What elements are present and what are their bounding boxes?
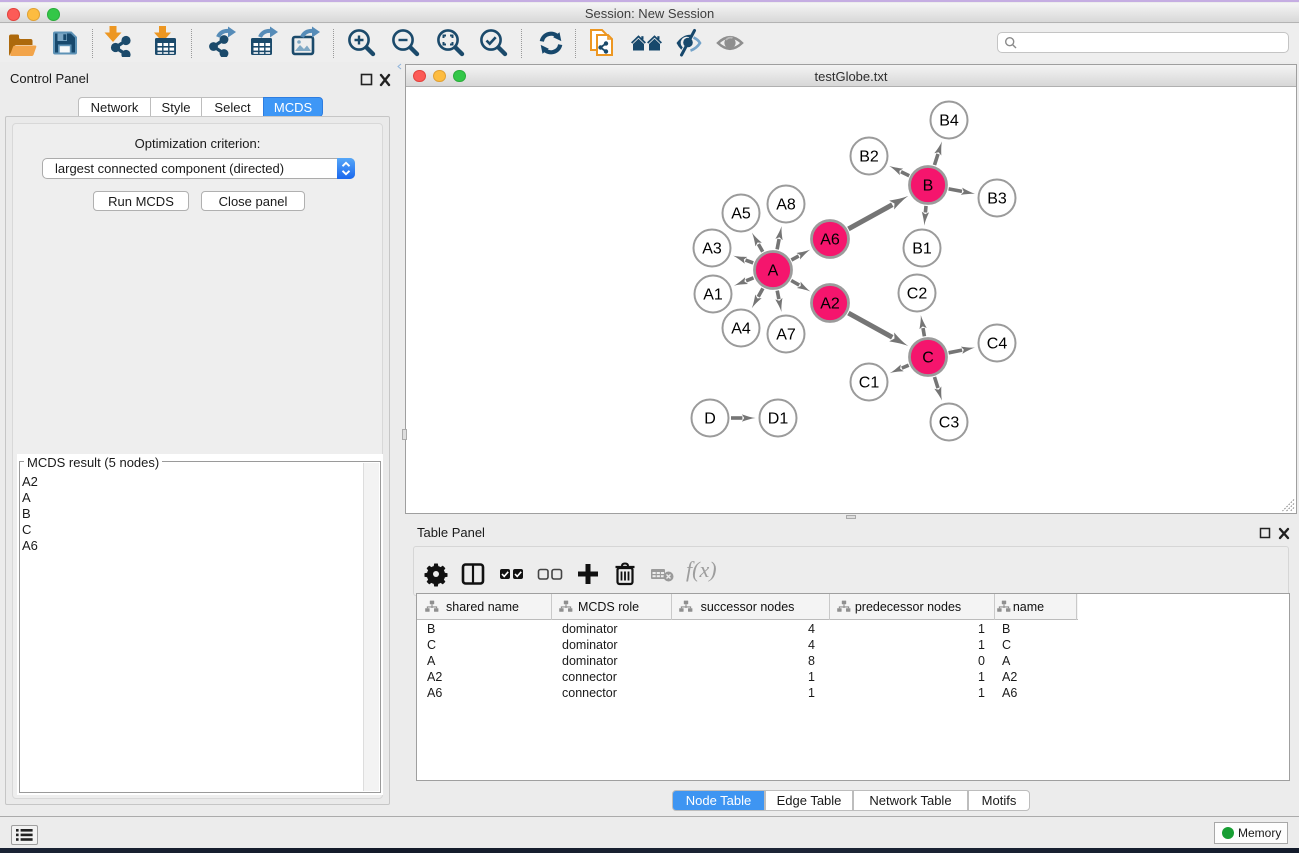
svg-text:C3: C3 [939,415,960,432]
svg-text:B2: B2 [859,149,879,166]
svg-text:C: C [922,350,934,367]
svg-text:A8: A8 [776,197,796,214]
svg-text:C4: C4 [987,336,1008,353]
svg-text:A7: A7 [776,327,796,344]
svg-text:A1: A1 [703,287,723,304]
svg-text:A4: A4 [731,321,751,338]
svg-text:B1: B1 [912,241,932,258]
svg-text:B4: B4 [939,113,959,130]
svg-text:B3: B3 [987,191,1007,208]
svg-text:A5: A5 [731,206,751,223]
svg-text:A2: A2 [820,296,840,313]
svg-text:A: A [768,263,779,280]
svg-text:C1: C1 [859,375,880,392]
svg-text:D1: D1 [768,411,789,428]
svg-text:C2: C2 [907,286,928,303]
svg-text:B: B [923,178,934,195]
svg-text:A6: A6 [820,232,840,249]
svg-text:A3: A3 [702,241,722,258]
svg-text:D: D [704,411,716,428]
